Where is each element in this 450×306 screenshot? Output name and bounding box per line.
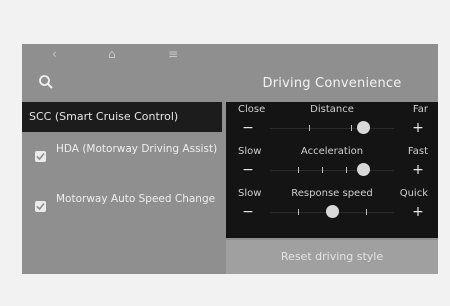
acceleration-min-label: Slow <box>238 146 262 157</box>
response-plus-button[interactable]: + <box>410 204 426 220</box>
distance-track <box>270 128 394 129</box>
response-max-label: Quick <box>399 188 428 199</box>
reset-driving-style-button[interactable]: Reset driving style <box>226 240 438 274</box>
hda-option[interactable]: HDA (Motorway Driving Assist) <box>22 144 222 180</box>
response-slider-knob[interactable] <box>325 205 339 218</box>
acceleration-tick <box>298 167 299 173</box>
response-title: Response speed <box>291 188 373 199</box>
acceleration-tick <box>322 167 323 173</box>
acceleration-tick <box>346 167 347 173</box>
distance-max-label: Far <box>412 104 428 115</box>
response-minus-button[interactable]: − <box>240 204 256 220</box>
menu-icon[interactable]: ≡ <box>168 47 178 61</box>
distance-setting: Close Distance Far − + <box>226 102 438 142</box>
page-title: Driving Convenience <box>262 76 402 91</box>
acceleration-minus-button[interactable]: − <box>240 162 256 178</box>
scc-menu-item[interactable]: SCC (Smart Cruise Control) <box>22 102 222 132</box>
response-tick <box>298 209 299 215</box>
auto-speed-checkbox[interactable] <box>35 201 46 212</box>
distance-tick <box>351 125 352 131</box>
distance-min-label: Close <box>238 104 266 115</box>
hda-label: HDA (Motorway Driving Assist) <box>56 143 218 155</box>
feature-list: SCC (Smart Cruise Control) HDA (Motorway… <box>22 102 222 274</box>
acceleration-track <box>270 170 394 171</box>
acceleration-title: Acceleration <box>300 146 364 157</box>
back-arrow-icon[interactable]: ‹ <box>52 47 57 61</box>
distance-tick <box>309 125 310 131</box>
top-nav-bar: ‹ ⌂ ≡ <box>22 44 438 64</box>
response-min-label: Slow <box>238 188 262 199</box>
acceleration-max-label: Fast <box>407 146 428 157</box>
acceleration-plus-button[interactable]: + <box>410 162 426 178</box>
distance-plus-button[interactable]: + <box>410 120 426 136</box>
distance-title: Distance <box>310 104 354 115</box>
distance-slider-knob[interactable] <box>356 121 370 134</box>
response-tick <box>366 209 367 215</box>
driving-style-panel: Close Distance Far − + Slow Acceleration… <box>226 102 438 238</box>
acceleration-slider-knob[interactable] <box>356 163 370 176</box>
home-icon[interactable]: ⌂ <box>108 47 116 61</box>
search-icon[interactable] <box>38 74 54 90</box>
infotainment-screen: ‹ ⌂ ≡ Driving Convenience SCC (Smart Cru… <box>22 44 438 274</box>
auto-speed-label: Motorway Auto Speed Change <box>56 193 216 205</box>
hda-checkbox[interactable] <box>35 151 46 162</box>
auto-speed-option[interactable]: Motorway Auto Speed Change <box>22 194 222 230</box>
response-speed-setting: Slow Response speed Quick − + <box>226 186 438 226</box>
acceleration-setting: Slow Acceleration Fast − + <box>226 144 438 184</box>
distance-minus-button[interactable]: − <box>240 120 256 136</box>
